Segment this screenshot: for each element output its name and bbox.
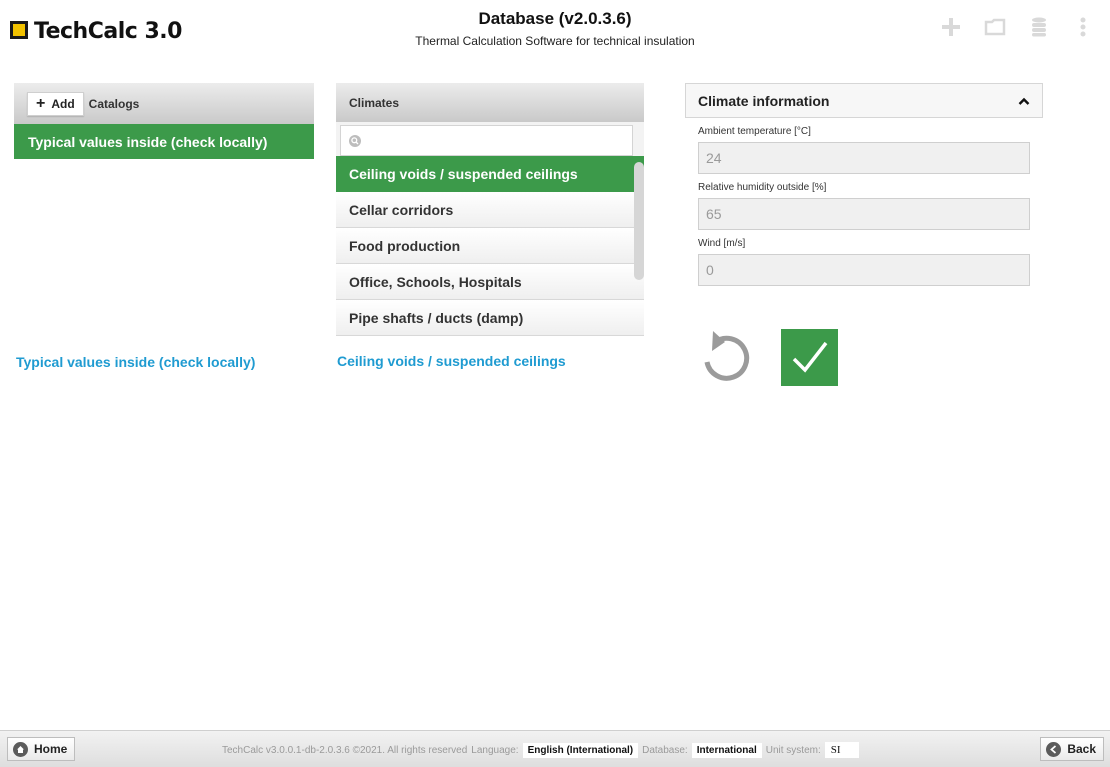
climate-item[interactable]: Cellar corridors: [336, 192, 644, 228]
undo-icon: [704, 331, 750, 381]
home-button[interactable]: Home: [7, 737, 76, 761]
climates-header: Climates: [336, 83, 644, 122]
relative-humidity-field[interactable]: 65: [698, 198, 1030, 230]
add-button-label: Add: [51, 96, 75, 111]
more-vertical-icon[interactable]: [1072, 16, 1094, 38]
climates-scrollbar[interactable]: [634, 162, 644, 280]
logo-mark-icon: [10, 21, 28, 39]
plus-icon[interactable]: [940, 16, 962, 38]
app-logo: TechCalc 3.0: [10, 18, 182, 44]
page-subtitle: Thermal Calculation Software for technic…: [415, 34, 695, 48]
action-buttons: [697, 328, 838, 386]
version-text: TechCalc v3.0.0.1-db-2.0.3.6 ©2021. All …: [222, 744, 468, 756]
home-icon: [13, 741, 28, 757]
selected-catalog-label: Typical values inside (check locally): [16, 354, 256, 370]
database-label: Database:: [642, 744, 688, 756]
catalogs-header: + Add Catalogs: [14, 83, 314, 124]
reset-button[interactable]: [697, 328, 753, 386]
plus-icon: +: [36, 94, 46, 112]
climate-info-title: Climate information: [698, 92, 830, 109]
catalogs-panel: + Add Catalogs Typical values inside (ch…: [14, 83, 314, 159]
page-title: Database (v2.0.3.6): [478, 9, 632, 28]
footer-info: TechCalc v3.0.0.1-db-2.0.3.6 ©2021. All …: [222, 742, 859, 758]
folder-icon[interactable]: [984, 16, 1006, 38]
title-block: Database (v2.0.3.6) Thermal Calculation …: [355, 9, 755, 48]
back-button[interactable]: Back: [1040, 737, 1104, 761]
database-icon[interactable]: [1028, 16, 1050, 38]
climate-info-header[interactable]: Climate information: [685, 83, 1043, 118]
language-label: Language:: [471, 744, 519, 756]
unit-system-value[interactable]: SI: [824, 742, 859, 758]
relative-humidity-label: Relative humidity outside [%]: [698, 182, 827, 193]
selected-climate-label: Ceiling voids / suspended ceilings: [337, 353, 566, 369]
unit-system-label: Unit system:: [765, 744, 821, 756]
database-value[interactable]: International: [691, 742, 762, 758]
climates-panel: Climates Ceiling voids / suspended ceili…: [336, 83, 644, 336]
climate-item[interactable]: Food production: [336, 228, 644, 264]
search-icon: [349, 134, 361, 147]
wind-field[interactable]: 0: [698, 254, 1030, 286]
climate-item[interactable]: Ceiling voids / suspended ceilings: [336, 156, 644, 192]
wind-label: Wind [m/s]: [698, 238, 746, 249]
confirm-button[interactable]: [781, 328, 838, 386]
add-catalog-button[interactable]: + Add: [27, 91, 84, 116]
logo-text: TechCalc 3.0: [34, 18, 182, 44]
climate-item[interactable]: Office, Schools, Hospitals: [336, 264, 644, 300]
back-button-label: Back: [1067, 742, 1096, 756]
catalogs-title: Catalogs: [88, 96, 140, 111]
back-icon: [1046, 741, 1062, 757]
search-input[interactable]: [340, 125, 633, 156]
climates-list: Ceiling voids / suspended ceilings Cella…: [336, 122, 644, 336]
search-bar: [336, 122, 644, 156]
chevron-up-icon[interactable]: [1018, 97, 1030, 105]
climate-item[interactable]: Pipe shafts / ducts (damp): [336, 300, 644, 336]
ambient-temperature-field[interactable]: 24: [698, 142, 1030, 174]
home-button-label: Home: [34, 742, 68, 756]
top-toolbar: [940, 16, 1094, 38]
ambient-temperature-label: Ambient temperature [°C]: [698, 126, 811, 137]
climate-info-panel: Climate information Ambient temperature …: [685, 83, 1043, 286]
app-header: TechCalc 3.0 Database (v2.0.3.6) Thermal…: [0, 0, 1110, 64]
checkmark-icon: [792, 341, 827, 373]
catalog-item[interactable]: Typical values inside (check locally): [14, 124, 314, 159]
footer-bar: Home TechCalc v3.0.0.1-db-2.0.3.6 ©2021.…: [0, 730, 1110, 767]
language-value[interactable]: English (International): [522, 742, 639, 758]
